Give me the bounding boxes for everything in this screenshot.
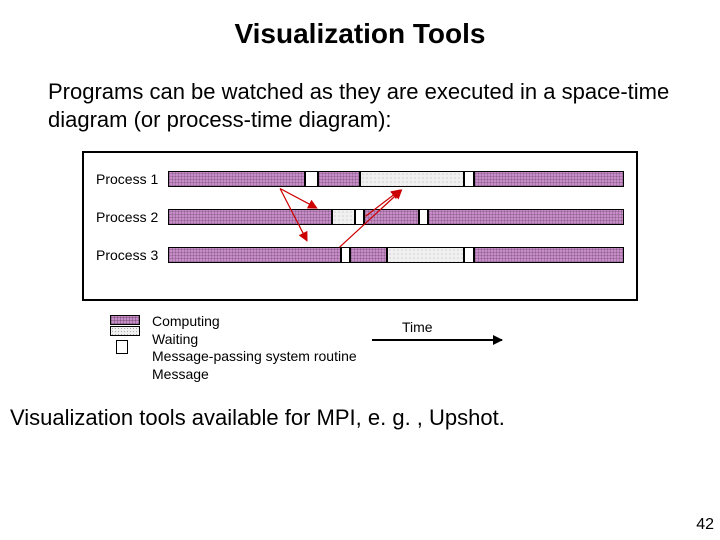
process-label: Process 3 bbox=[96, 247, 168, 263]
intro-text: Programs can be watched as they are exec… bbox=[0, 50, 720, 133]
timeline-bar bbox=[168, 247, 624, 263]
legend-label-message: Message bbox=[152, 366, 638, 384]
process-row-3: Process 3 bbox=[96, 247, 624, 263]
space-time-diagram: Process 1 Process 2 Process 3 bbox=[82, 151, 638, 301]
page-number: 42 bbox=[696, 516, 714, 534]
legend: Computing Waiting Message-passing system… bbox=[82, 313, 638, 383]
timeline-bar bbox=[168, 209, 624, 225]
time-axis-label: Time bbox=[402, 319, 433, 335]
timeline-bar bbox=[168, 171, 624, 187]
footer-text: Visualization tools available for MPI, e… bbox=[0, 383, 720, 431]
process-row-1: Process 1 bbox=[96, 171, 624, 187]
time-arrow-icon bbox=[372, 339, 502, 341]
legend-swatch-computing bbox=[110, 315, 140, 325]
message-arrows bbox=[170, 171, 602, 281]
process-label: Process 1 bbox=[96, 171, 168, 187]
process-label: Process 2 bbox=[96, 209, 168, 225]
process-row-2: Process 2 bbox=[96, 209, 624, 225]
legend-swatch-waiting bbox=[110, 326, 140, 336]
legend-swatch-system bbox=[116, 340, 128, 354]
legend-label-system: Message-passing system routine bbox=[152, 348, 638, 366]
page-title: Visualization Tools bbox=[0, 0, 720, 50]
legend-label-computing: Computing bbox=[152, 313, 638, 331]
